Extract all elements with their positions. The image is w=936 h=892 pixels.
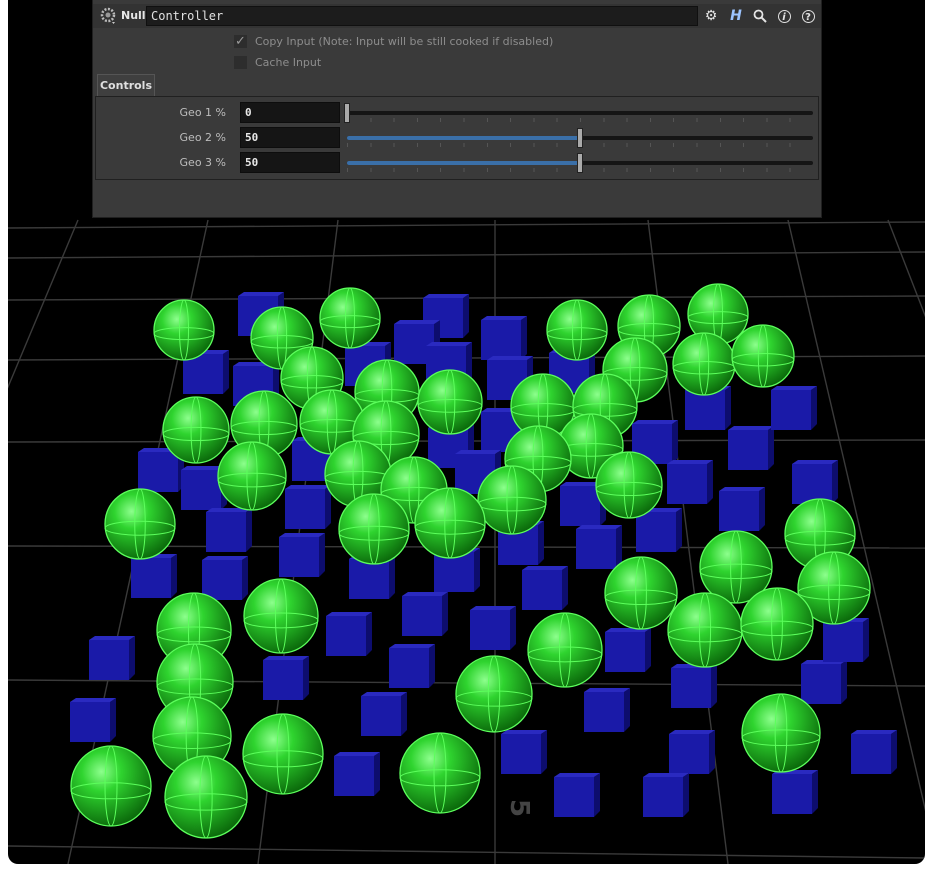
slider-handle[interactable] xyxy=(577,153,583,173)
sphere xyxy=(399,732,481,814)
cube xyxy=(402,592,448,636)
sphere xyxy=(740,587,814,661)
sphere xyxy=(604,556,678,630)
cube xyxy=(728,426,774,470)
param-label: Geo 1 % xyxy=(179,106,226,119)
param-value-field[interactable]: 0 xyxy=(240,102,340,123)
param-slider[interactable] xyxy=(347,153,813,173)
cube xyxy=(206,508,252,552)
help-icon[interactable]: ? xyxy=(799,7,817,25)
sphere xyxy=(414,487,486,559)
param-label: Geo 2 % xyxy=(179,131,226,144)
cache-input-checkbox[interactable] xyxy=(234,55,247,69)
cube xyxy=(361,692,407,736)
sphere xyxy=(162,396,230,464)
sphere xyxy=(741,693,821,773)
search-icon[interactable] xyxy=(751,7,769,25)
param-value-field[interactable]: 50 xyxy=(240,152,340,173)
sphere xyxy=(667,592,743,668)
cube xyxy=(522,566,568,610)
grid-line xyxy=(8,219,79,389)
scene-objects xyxy=(70,283,897,839)
cube xyxy=(772,770,818,814)
sphere xyxy=(731,324,795,388)
cube xyxy=(389,644,435,688)
sphere xyxy=(242,713,324,795)
sphere xyxy=(217,441,287,511)
sphere xyxy=(338,493,410,565)
cube xyxy=(554,773,600,817)
copy-input-checkbox[interactable]: ✓ xyxy=(234,34,247,48)
copy-input-option[interactable]: ✓ Copy Input (Note: Input will be still … xyxy=(234,33,553,49)
sphere xyxy=(319,287,381,349)
param-value-field[interactable]: 50 xyxy=(240,127,340,148)
cube xyxy=(823,618,869,662)
cache-input-option[interactable]: Cache Input xyxy=(234,54,321,70)
gear-icon[interactable]: ⚙ xyxy=(702,7,720,25)
sphere xyxy=(672,332,736,396)
sphere xyxy=(70,745,152,827)
null-node-icon xyxy=(100,7,116,24)
param-label: Geo 3 % xyxy=(179,156,226,169)
cube xyxy=(792,460,838,504)
sphere xyxy=(104,488,176,560)
param-slider[interactable] xyxy=(344,103,813,123)
cube xyxy=(605,628,651,672)
cube xyxy=(481,316,527,360)
node-name-field[interactable]: Controller xyxy=(146,6,698,26)
cube xyxy=(279,533,325,577)
cache-input-label: Cache Input xyxy=(255,55,322,69)
sphere xyxy=(417,369,483,435)
cube xyxy=(643,773,689,817)
cube xyxy=(70,698,116,742)
cube xyxy=(501,730,547,774)
cube xyxy=(89,636,135,680)
node-type-label: Null xyxy=(121,9,146,22)
sphere xyxy=(243,578,319,654)
copy-input-label: Copy Input (Note: Input will be still co… xyxy=(255,34,554,48)
sphere xyxy=(546,299,608,361)
cube xyxy=(334,752,380,796)
sphere xyxy=(164,755,248,839)
param-row-geo1: Geo 1 % 0 xyxy=(96,102,818,124)
controls-tab-body: Geo 1 % 0 Geo 2 % 50 Geo 3 % 50 xyxy=(95,96,819,180)
sphere xyxy=(153,299,215,361)
cube xyxy=(576,525,622,569)
cube xyxy=(285,485,331,529)
cube xyxy=(671,664,717,708)
grid-line xyxy=(8,251,925,259)
cube xyxy=(584,688,630,732)
houdini-help-icon[interactable]: H xyxy=(727,7,745,25)
grid-line xyxy=(8,221,925,229)
cube xyxy=(669,730,715,774)
cube xyxy=(801,660,847,704)
cube xyxy=(202,556,248,600)
grid-line xyxy=(8,845,925,859)
cube xyxy=(326,612,372,656)
slider-handle[interactable] xyxy=(577,128,583,148)
sphere xyxy=(595,451,663,519)
param-row-geo3: Geo 3 % 50 xyxy=(96,152,818,174)
sphere xyxy=(477,465,547,535)
sphere xyxy=(455,655,533,733)
parameter-panel: Null Controller ⚙ H i ? ✓ Copy Input (No… xyxy=(92,0,822,218)
slider-handle[interactable] xyxy=(344,103,350,123)
cube xyxy=(263,656,309,700)
cube xyxy=(667,460,713,504)
cube xyxy=(470,606,516,650)
cube xyxy=(851,730,897,774)
tab-controls[interactable]: Controls xyxy=(97,74,155,96)
panel-header: Null Controller ⚙ H i ? xyxy=(93,4,821,28)
grid-axis-label: 5 xyxy=(504,799,534,817)
cube xyxy=(771,386,817,430)
param-row-geo2: Geo 2 % 50 xyxy=(96,127,818,149)
sphere xyxy=(527,612,603,688)
info-icon[interactable]: i xyxy=(775,7,793,25)
param-slider[interactable] xyxy=(347,128,813,148)
cube xyxy=(719,487,765,531)
cube xyxy=(131,554,177,598)
